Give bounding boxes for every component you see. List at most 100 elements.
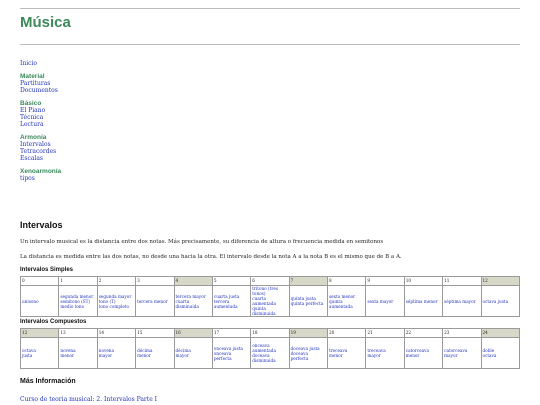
- interval-semitones-cell: 13: [58, 328, 98, 338]
- interval-semitones-cell: 11: [442, 276, 482, 286]
- interval-name-cell: sexta mayor: [365, 285, 405, 317]
- simple-intervals-title: Intervalos Simples: [20, 267, 74, 273]
- interval-name-link[interactable]: unisono: [22, 299, 57, 304]
- interval-semitones-cell: 5: [211, 276, 252, 286]
- interval-name-cell: treceava menor: [326, 337, 367, 369]
- interval-name-link[interactable]: quinta disminuida: [252, 306, 287, 316]
- interval-semitones-cell: 1: [58, 276, 98, 286]
- interval-semitones-cell: 2: [96, 276, 137, 286]
- interval-name-cell: treceava mayor: [365, 337, 405, 369]
- interval-semitones-cell: 22: [403, 328, 444, 338]
- interval-semitones-cell: 23: [442, 328, 482, 338]
- interval-name-cell: décima mayor: [173, 337, 213, 369]
- interval-name-link[interactable]: mayor: [367, 353, 402, 358]
- interval-name-link[interactable]: sexta mayor: [367, 299, 402, 304]
- simple-name-row: unisono segunda menor semitono (ST) medio t…: [19, 285, 520, 317]
- interval-name-link[interactable]: tercera aumentada: [214, 299, 249, 309]
- interval-semitones-cell: 4: [173, 276, 213, 286]
- interval-name-link[interactable]: séptima menor: [406, 299, 441, 304]
- sidebar-nav: Inicio Material Partituras Documentos Básic…: [20, 60, 220, 182]
- interval-name-link[interactable]: medio tono: [60, 304, 95, 309]
- nav-group: Xenoarmonía tipos: [20, 168, 220, 182]
- interval-name-link[interactable]: menor: [60, 353, 95, 358]
- interval-semitones-cell: 14: [96, 328, 137, 338]
- interval-name-cell: quinta justa quinta perfecta: [288, 285, 329, 317]
- interval-semitones-cell: 0: [19, 276, 60, 286]
- interval-name-link[interactable]: perfecta: [291, 356, 326, 361]
- interval-name-link[interactable]: octava: [483, 353, 519, 358]
- interval-semitones-cell: 12: [480, 276, 520, 286]
- interval-semitones-cell: 21: [365, 328, 405, 338]
- interval-name-link[interactable]: segunda mayor: [99, 294, 134, 299]
- interval-name-link[interactable]: perfecta: [214, 356, 249, 361]
- interval-name-link[interactable]: tercera mayor: [176, 294, 211, 299]
- nav-link[interactable]: Técnica: [20, 114, 220, 121]
- interval-semitones-cell: 24: [480, 328, 520, 338]
- interval-name-cell: tritono (tres tonos) cuarta aumentada quin…: [250, 285, 290, 317]
- interval-semitones-cell: 17: [211, 328, 252, 338]
- nav-link[interactable]: Tetracordes: [20, 148, 220, 155]
- interval-name-link[interactable]: quinta perfecta: [291, 301, 326, 306]
- interval-name-link[interactable]: mayor: [99, 353, 134, 358]
- interval-name-link[interactable]: menor: [329, 353, 364, 358]
- interval-name-cell: sexta menor quinta aumentada: [326, 285, 367, 317]
- interval-name-link[interactable]: menor: [137, 353, 172, 358]
- interval-name-link[interactable]: cuarta aumentada: [252, 296, 287, 306]
- nav-group: Armonía Intervalos Tetracordes Escalas: [20, 134, 220, 162]
- interval-name-link[interactable]: disminuida: [252, 358, 287, 363]
- interval-name-link[interactable]: menor: [406, 353, 441, 358]
- interval-name-link[interactable]: tercera menor: [137, 299, 172, 304]
- interval-name-link[interactable]: segunda menor: [60, 294, 95, 299]
- interval-name-link[interactable]: quinta aumentada: [329, 299, 364, 309]
- compound-intervals-table: 12 13 14 15 16 17 18 19 20 21 22 23 24 octava justa no…: [19, 328, 520, 369]
- nav-group-title: Xenoarmonía: [20, 168, 62, 175]
- interval-name-cell: onceava aumentada doceava disminuida: [250, 337, 290, 369]
- nav-link[interactable]: Documentos: [20, 87, 220, 94]
- interval-name-link[interactable]: justa: [22, 353, 57, 358]
- interval-name-cell: tercera mayor cuarta disminuida: [173, 285, 213, 317]
- interval-semitones-cell: 6: [250, 276, 290, 286]
- interval-semitones-cell: 18: [250, 328, 290, 338]
- nav-link[interactable]: El Piano: [20, 107, 220, 114]
- intro-paragraph: Un intervalo musical es la distancia ent…: [20, 239, 384, 245]
- interval-name-link[interactable]: séptima mayor: [444, 299, 479, 304]
- interval-name-cell: segunda mayor tono (T) tono completo: [96, 285, 137, 317]
- interval-name-cell: cuarta justa tercera aumentada: [211, 285, 252, 317]
- interval-name-link[interactable]: mayor: [444, 353, 479, 358]
- interval-name-link[interactable]: tritono (tres tonos): [252, 286, 287, 296]
- top-rule: [20, 8, 520, 9]
- compound-intervals-title: Intervalos Compuestos: [20, 319, 87, 325]
- compound-name-row: octava justa novena menor novena mayor décima m…: [19, 337, 520, 369]
- interval-name-cell: doceava justa doceava perfecta: [288, 337, 329, 369]
- interval-name-cell: séptima mayor: [442, 285, 482, 317]
- interval-name-cell: octava justa: [480, 285, 520, 317]
- interval-name-cell: catorceava menor: [403, 337, 444, 369]
- nav-link[interactable]: Partituras: [20, 80, 220, 87]
- interval-name-link[interactable]: octava justa: [483, 299, 519, 304]
- header-rule: [20, 44, 520, 45]
- nav-link[interactable]: Escalas: [20, 155, 220, 162]
- nav-link[interactable]: Intervalos: [20, 141, 220, 148]
- nav-group: Material Partituras Documentos: [20, 73, 220, 94]
- nav-home-link[interactable]: Inicio: [20, 60, 220, 67]
- interval-name-cell: octava justa: [19, 337, 60, 369]
- compound-number-row: 12 13 14 15 16 17 18 19 20 21 22 23 24: [19, 328, 520, 338]
- interval-name-cell: décima menor: [135, 337, 175, 369]
- nav-group-title: Armonía: [20, 134, 47, 141]
- interval-name-cell: doble octava: [480, 337, 520, 369]
- more-info-link[interactable]: Curso de teoria musical: 2. Intervalos P…: [20, 396, 520, 403]
- interval-name-link[interactable]: mayor: [176, 353, 211, 358]
- interval-name-cell: catorceava mayor: [442, 337, 482, 369]
- nav-link[interactable]: tipos: [20, 175, 220, 182]
- interval-name-link[interactable]: cuarta disminuida: [176, 299, 211, 309]
- site-title[interactable]: Música: [20, 14, 71, 31]
- interval-name-cell: unisono: [19, 285, 60, 317]
- interval-name-link[interactable]: tono completo: [99, 304, 134, 309]
- interval-name-cell: novena mayor: [96, 337, 137, 369]
- more-info-links: Curso de teoria musical: 2. Intervalos P…: [20, 396, 520, 403]
- simple-intervals-table: 0 1 2 3 4 5 6 7 8 9 10 11 12 unisono segunda menor sem…: [19, 276, 520, 317]
- interval-name-cell: tercera menor: [135, 285, 175, 317]
- interval-semitones-cell: 19: [288, 328, 329, 338]
- nav-link[interactable]: Lectura: [20, 121, 220, 128]
- interval-semitones-cell: 15: [135, 328, 175, 338]
